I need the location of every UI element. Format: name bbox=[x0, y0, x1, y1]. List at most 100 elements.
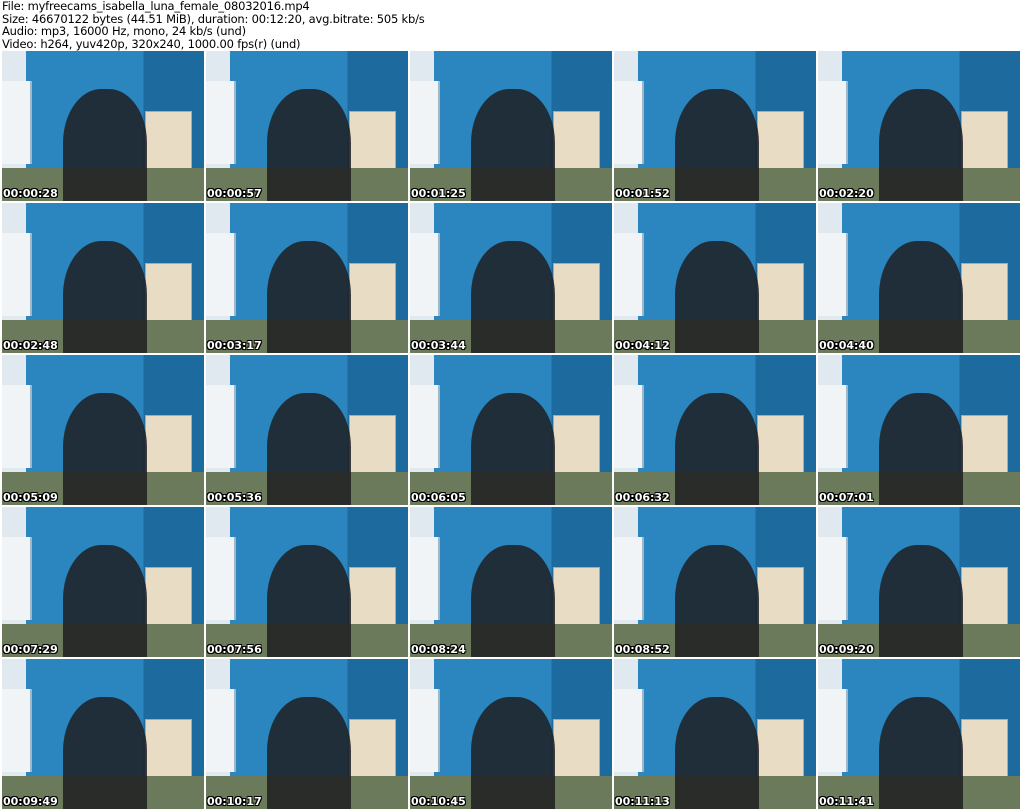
thumbnail-shelf bbox=[206, 233, 237, 316]
video-thumbnail[interactable]: 00:00:28 bbox=[2, 51, 204, 201]
thumbnail-shelf bbox=[614, 385, 645, 468]
video-thumbnail[interactable]: 00:08:52 bbox=[614, 507, 816, 657]
thumbnail-subject bbox=[878, 696, 964, 809]
timestamp: 00:07:56 bbox=[207, 643, 262, 656]
thumbnail-subject bbox=[674, 88, 760, 201]
video-thumbnail[interactable]: 00:04:40 bbox=[818, 203, 1020, 353]
thumbnail-subject bbox=[62, 240, 148, 353]
thumbnail-subject bbox=[470, 240, 556, 353]
thumbnail-shelf bbox=[206, 689, 237, 772]
thumbnail-shelf bbox=[2, 537, 33, 620]
thumbnail-subject bbox=[674, 392, 760, 505]
timestamp: 00:09:49 bbox=[3, 795, 58, 808]
timestamp: 00:02:48 bbox=[3, 339, 58, 352]
thumbnail-shelf bbox=[818, 233, 849, 316]
thumbnail-subject bbox=[266, 696, 352, 809]
timestamp: 00:01:52 bbox=[615, 187, 670, 200]
thumbnail-grid: 00:00:28 00:00:57 00:01:25 00:01:52 00:02:20… bbox=[2, 51, 1020, 809]
thumbnail-subject bbox=[470, 544, 556, 657]
video-thumbnail[interactable]: 00:09:20 bbox=[818, 507, 1020, 657]
thumbnail-subject bbox=[62, 392, 148, 505]
thumbnail-shelf bbox=[2, 233, 33, 316]
video-thumbnail[interactable]: 00:07:29 bbox=[2, 507, 204, 657]
thumbnail-shelf bbox=[206, 385, 237, 468]
timestamp: 00:02:20 bbox=[819, 187, 874, 200]
video-thumbnail[interactable]: 00:11:41 bbox=[818, 659, 1020, 809]
thumbnail-shelf bbox=[410, 81, 441, 164]
thumbnail-shelf bbox=[2, 689, 33, 772]
audio-info: Audio: mp3, 16000 Hz, mono, 24 kb/s (und… bbox=[2, 24, 246, 38]
video-thumbnail[interactable]: 00:10:17 bbox=[206, 659, 408, 809]
timestamp: 00:05:09 bbox=[3, 491, 58, 504]
timestamp: 00:04:40 bbox=[819, 339, 874, 352]
video-thumbnail[interactable]: 00:02:48 bbox=[2, 203, 204, 353]
thumbnail-subject bbox=[470, 88, 556, 201]
thumbnail-shelf bbox=[410, 689, 441, 772]
thumbnail-subject bbox=[62, 88, 148, 201]
video-thumbnail[interactable]: 00:05:09 bbox=[2, 355, 204, 505]
timestamp: 00:10:45 bbox=[411, 795, 466, 808]
thumbnail-subject bbox=[470, 392, 556, 505]
thumbnail-subject bbox=[878, 88, 964, 201]
thumbnail-shelf bbox=[818, 81, 849, 164]
timestamp: 00:03:17 bbox=[207, 339, 262, 352]
thumbnail-subject bbox=[62, 696, 148, 809]
video-thumbnail[interactable]: 00:03:44 bbox=[410, 203, 612, 353]
timestamp: 00:01:25 bbox=[411, 187, 466, 200]
timestamp: 00:06:32 bbox=[615, 491, 670, 504]
thumbnail-subject bbox=[62, 544, 148, 657]
timestamp: 00:09:20 bbox=[819, 643, 874, 656]
thumbnail-subject bbox=[266, 544, 352, 657]
file-name: File: myfreecams_isabella_luna_female_08… bbox=[2, 0, 310, 13]
thumbnail-shelf bbox=[614, 81, 645, 164]
thumbnail-subject bbox=[878, 240, 964, 353]
video-info: Video: h264, yuv420p, 320x240, 1000.00 f… bbox=[2, 36, 301, 51]
timestamp: 00:00:28 bbox=[3, 187, 58, 200]
video-thumbnail[interactable]: 00:04:12 bbox=[614, 203, 816, 353]
video-thumbnail[interactable]: 00:07:01 bbox=[818, 355, 1020, 505]
thumbnail-shelf bbox=[410, 233, 441, 316]
thumbnail-subject bbox=[674, 696, 760, 809]
video-thumbnail[interactable]: 00:01:52 bbox=[614, 51, 816, 201]
thumbnail-subject bbox=[470, 696, 556, 809]
thumbnail-subject bbox=[266, 240, 352, 353]
video-thumbnail[interactable]: 00:01:25 bbox=[410, 51, 612, 201]
thumbnail-shelf bbox=[2, 385, 33, 468]
thumbnail-subject bbox=[266, 88, 352, 201]
timestamp: 00:04:12 bbox=[615, 339, 670, 352]
video-thumbnail[interactable]: 00:05:36 bbox=[206, 355, 408, 505]
thumbnail-shelf bbox=[818, 537, 849, 620]
video-thumbnail[interactable]: 00:06:32 bbox=[614, 355, 816, 505]
thumbnail-subject bbox=[878, 392, 964, 505]
video-thumbnail[interactable]: 00:10:45 bbox=[410, 659, 612, 809]
thumbnail-shelf bbox=[614, 537, 645, 620]
timestamp: 00:08:52 bbox=[615, 643, 670, 656]
timestamp: 00:00:57 bbox=[207, 187, 262, 200]
thumbnail-shelf bbox=[206, 81, 237, 164]
timestamp: 00:05:36 bbox=[207, 491, 262, 504]
thumbnail-shelf bbox=[206, 537, 237, 620]
video-thumbnail[interactable]: 00:09:49 bbox=[2, 659, 204, 809]
file-info-header: File: myfreecams_isabella_luna_female_08… bbox=[2, 0, 425, 50]
video-thumbnail[interactable]: 00:08:24 bbox=[410, 507, 612, 657]
video-thumbnail[interactable]: 00:02:20 bbox=[818, 51, 1020, 201]
thumbnail-shelf bbox=[614, 689, 645, 772]
thumbnail-shelf bbox=[410, 385, 441, 468]
video-thumbnail[interactable]: 00:11:13 bbox=[614, 659, 816, 809]
timestamp: 00:11:41 bbox=[819, 795, 874, 808]
timestamp: 00:10:17 bbox=[207, 795, 262, 808]
timestamp: 00:07:29 bbox=[3, 643, 58, 656]
thumbnail-shelf bbox=[818, 385, 849, 468]
video-thumbnail[interactable]: 00:07:56 bbox=[206, 507, 408, 657]
thumbnail-shelf bbox=[410, 537, 441, 620]
thumbnail-shelf bbox=[614, 233, 645, 316]
thumbnail-subject bbox=[674, 240, 760, 353]
timestamp: 00:03:44 bbox=[411, 339, 466, 352]
thumbnail-shelf bbox=[2, 81, 33, 164]
thumbnail-subject bbox=[674, 544, 760, 657]
video-thumbnail[interactable]: 00:03:17 bbox=[206, 203, 408, 353]
timestamp: 00:08:24 bbox=[411, 643, 466, 656]
video-thumbnail[interactable]: 00:00:57 bbox=[206, 51, 408, 201]
video-thumbnail[interactable]: 00:06:05 bbox=[410, 355, 612, 505]
thumbnail-subject bbox=[878, 544, 964, 657]
